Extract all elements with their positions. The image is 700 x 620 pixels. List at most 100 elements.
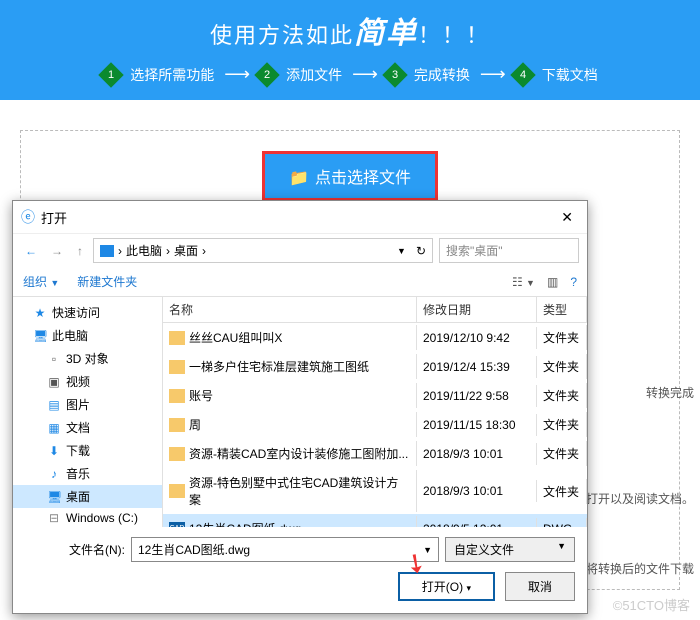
file-row[interactable]: 资源-精装CAD室内设计装修施工图附加...2018/9/3 10:01文件夹 [163, 439, 587, 468]
step-num-4: 4 [510, 62, 535, 87]
col-name[interactable]: 名称 [163, 297, 417, 322]
folder-icon [169, 418, 185, 432]
select-file-button[interactable]: 点击选择文件 [262, 151, 438, 201]
sidebar-item[interactable]: ▣视频 [13, 370, 162, 393]
cancel-button[interactable]: 取消 [505, 572, 575, 601]
file-date: 2019/11/22 9:58 [417, 385, 537, 407]
sidebar-label: 音乐 [66, 465, 90, 482]
file-date: 2018/9/3 10:01 [417, 480, 537, 502]
column-headers: 名称 修改日期 类型 [163, 297, 587, 323]
file-name: 账号 [189, 387, 213, 404]
help-icon[interactable]: ? [570, 275, 577, 289]
up-button[interactable]: ↑ [73, 242, 87, 260]
sidebar-item[interactable]: ⬇下载 [13, 439, 162, 462]
breadcrumb[interactable]: › 此电脑 › 桌面 › ▼ ↻ [93, 238, 433, 263]
sidebar-label: 图片 [66, 396, 90, 413]
open-button[interactable]: 打开(O) ▾ [398, 572, 495, 601]
sidebar-item[interactable]: 🖥桌面 [13, 485, 162, 508]
folder-icon: ▦ [47, 421, 61, 435]
file-date: 2018/9/5 12:01 [417, 518, 537, 528]
file-type: 文件夹 [537, 412, 587, 437]
folder-icon [169, 447, 185, 461]
file-date: 2018/9/3 10:01 [417, 443, 537, 465]
sidebar-item[interactable]: ▦ 文档 [13, 416, 162, 439]
folder-icon [169, 389, 185, 403]
toolbar: 组织 ▼ 新建文件夹 ☷ ▼ ▥ ? [13, 267, 587, 297]
sidebar-item[interactable]: ⊟Windows (C:) [13, 508, 162, 527]
col-type[interactable]: 类型 [537, 297, 587, 322]
file-row[interactable]: 一梯多户住宅标准层建筑施工图纸2019/12/4 15:39文件夹 [163, 352, 587, 381]
sidebar-item[interactable]: ▫3D 对象 [13, 347, 162, 370]
folder-icon [169, 360, 185, 374]
dialog-bottom: 文件名(N): 12生肖CAD图纸.dwg▼ 自定义文件▼ ➘ 打开(O) ▾ … [13, 527, 587, 613]
sidebar-label: 快速访问 [52, 304, 100, 321]
folder-icon: ♪ [47, 467, 61, 481]
side-text: 打开以及阅读文档。 [586, 490, 694, 507]
folder-icon: ▤ [47, 398, 61, 412]
folder-icon [169, 484, 185, 498]
folder-icon: ★ [33, 306, 47, 320]
close-button[interactable]: ✕ [555, 209, 579, 226]
sidebar-label: 文档 [66, 419, 90, 436]
banner-title: 使用方法如此简单！！！ [0, 8, 700, 52]
step-num-3: 3 [382, 62, 407, 87]
file-type: 文件夹 [537, 383, 587, 408]
watermark: ©51CTO博客 [613, 595, 690, 614]
side-text: 转换完成 [646, 384, 694, 401]
cad-icon: CAD [169, 522, 185, 528]
file-type: 文件夹 [537, 479, 587, 504]
file-type: 文件夹 [537, 441, 587, 466]
file-date: 2019/12/10 9:42 [417, 327, 537, 349]
new-folder-button[interactable]: 新建文件夹 [77, 273, 137, 290]
sidebar-label: Windows (C:) [66, 511, 138, 525]
step-2: 添加文件 [286, 65, 342, 85]
step-4: 下载文档 [542, 65, 598, 85]
crumb[interactable]: 桌面 [174, 242, 198, 259]
dialog-title: 打开 [41, 208, 67, 227]
file-filter-select[interactable]: 自定义文件▼ [445, 537, 575, 562]
back-button[interactable]: ← [21, 242, 41, 260]
sidebar-item[interactable]: 🖥 此电脑 [13, 324, 162, 347]
sidebar-label: 此电脑 [52, 327, 88, 344]
arrow-icon: ⟶ [224, 64, 248, 85]
view-list-icon[interactable]: ☷ ▼ [512, 275, 535, 289]
view-details-icon[interactable]: ▥ [547, 275, 558, 289]
chevron-down-icon[interactable]: ▼ [423, 545, 432, 555]
search-input[interactable]: 搜索"桌面" [439, 238, 579, 263]
nav-bar: ← → ↑ › 此电脑 › 桌面 › ▼ ↻ 搜索"桌面" [13, 233, 587, 267]
step-1: 选择所需功能 [130, 65, 214, 85]
sidebar-label: 3D 对象 [66, 350, 109, 367]
folder-icon [169, 331, 185, 345]
file-row[interactable]: 丝丝CAU组叫叫X2019/12/10 9:42文件夹 [163, 323, 587, 352]
dialog-titlebar: ⓔ 打开 ✕ [13, 201, 587, 233]
sidebar-item[interactable]: ♪ 音乐 [13, 462, 162, 485]
sidebar-item[interactable]: ▤ 图片 [13, 393, 162, 416]
sidebar-label: 下载 [66, 442, 90, 459]
file-type: 文件夹 [537, 354, 587, 379]
folder-icon: 🖥 [33, 329, 47, 343]
filename-input[interactable]: 12生肖CAD图纸.dwg▼ [131, 537, 439, 562]
app-icon: ⓔ [21, 207, 35, 227]
crumb[interactable]: 此电脑 [126, 242, 162, 259]
file-row[interactable]: 账号 2019/11/22 9:58文件夹 [163, 381, 587, 410]
sidebar-item[interactable]: ★ 快速访问 [13, 301, 162, 324]
file-date: 2019/11/15 18:30 [417, 414, 537, 436]
file-name: 12生肖CAD图纸.dwg [189, 520, 301, 527]
arrow-icon: ⟶ [352, 64, 376, 85]
file-row[interactable]: CAD 12生肖CAD图纸.dwg 2018/9/5 12:01DWG [163, 514, 587, 527]
file-name: 资源-特色别墅中式住宅CAD建筑设计方案 [189, 474, 410, 508]
open-dialog: ⓔ 打开 ✕ ← → ↑ › 此电脑 › 桌面 › ▼ ↻ 搜索"桌面" 组织 … [12, 200, 588, 614]
chevron-down-icon[interactable]: ▼ [397, 246, 406, 256]
file-row[interactable]: 资源-特色别墅中式住宅CAD建筑设计方案 2018/9/3 10:01文件夹 [163, 468, 587, 514]
filename-label: 文件名(N): [25, 541, 125, 558]
organize-menu[interactable]: 组织 ▼ [23, 273, 59, 290]
folder-icon: 🖥 [47, 490, 61, 504]
forward-button[interactable]: → [47, 242, 67, 260]
file-list-area: 名称 修改日期 类型 丝丝CAU组叫叫X2019/12/10 9:42文件夹一梯… [163, 297, 587, 527]
col-date[interactable]: 修改日期 [417, 297, 537, 322]
steps-row: 1 选择所需功能 ⟶ 2 添加文件 ⟶ 3 完成转换 ⟶ 4 下载文档 [0, 64, 700, 85]
file-row[interactable]: 周 2019/11/15 18:30文件夹 [163, 410, 587, 439]
file-type: DWG [537, 518, 587, 528]
file-name: 周 [189, 416, 201, 433]
refresh-icon[interactable]: ↻ [416, 244, 426, 258]
